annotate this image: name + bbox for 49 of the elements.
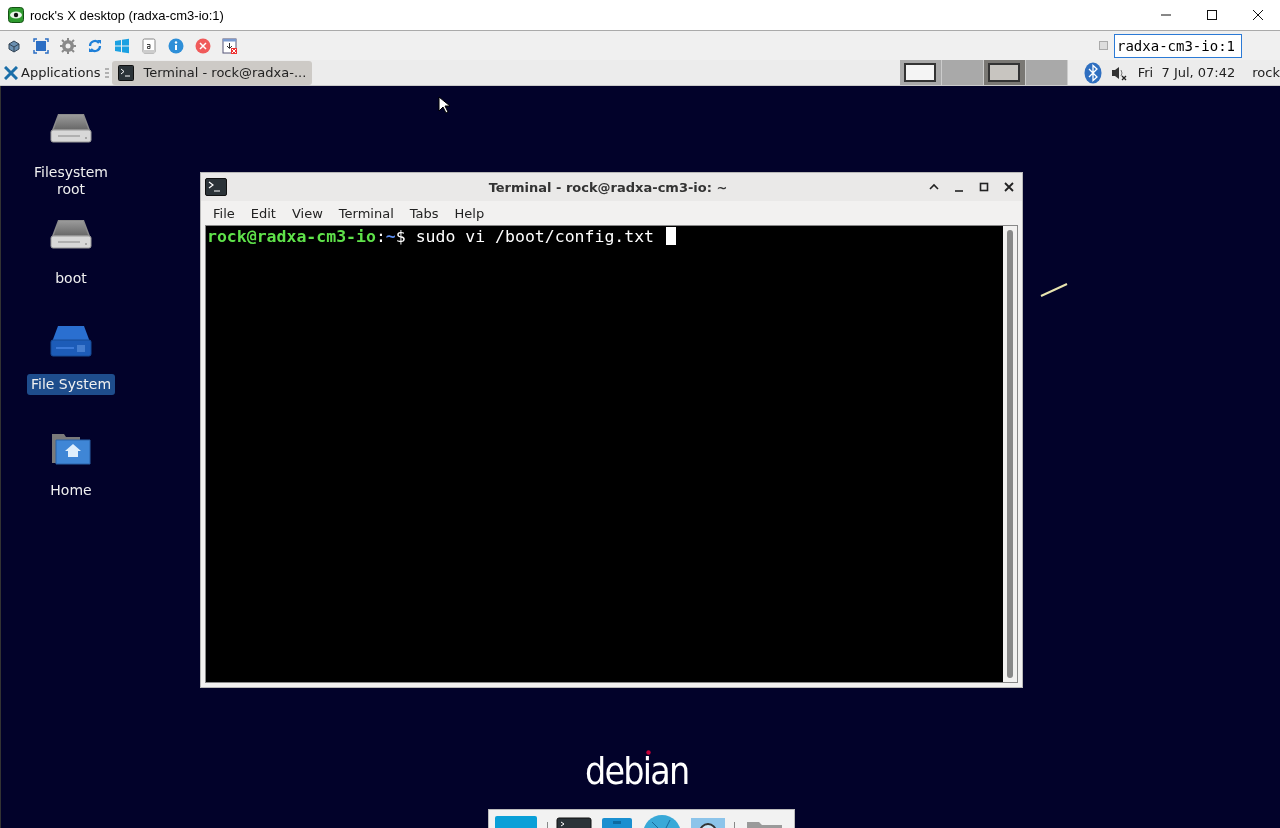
x-logo-icon [4,65,18,80]
maximize-icon[interactable] [979,182,989,192]
host-field[interactable]: radxa-cm3-io:1 [1114,33,1242,58]
scrollbar-thumb[interactable] [1007,230,1013,678]
fullscreen-icon[interactable] [33,37,49,54]
download-file-icon[interactable] [222,37,238,54]
close-icon[interactable] [1252,9,1264,21]
eye-icon [8,7,24,23]
menu-item[interactable]: View [291,205,323,221]
terminal-icon [118,64,135,81]
user-name[interactable]: rock [1252,65,1280,80]
applications-menu-button[interactable]: Applications [0,59,103,86]
menu-item[interactable]: Terminal [338,205,394,221]
menu-item[interactable]: Edit [250,205,276,221]
bluetooth-icon[interactable] [1083,61,1102,84]
window-thumbnail [988,63,1021,82]
speaker-muted-icon[interactable] [1109,64,1128,81]
menu-item[interactable]: File [213,205,235,221]
debian-logo: debian [585,756,689,786]
terminal-icon [205,178,227,196]
keyboard-key-icon[interactable] [141,37,157,54]
desktop-icon-label[interactable]: Home [27,480,115,501]
desktop-icon-label[interactable]: Filesystem root [27,162,115,200]
command-line: rock@radxa-cm3-io:~$ sudo vi /boot/config.txt [207,227,656,247]
checkbox-icon[interactable] [1099,41,1108,50]
line-mark [1039,282,1069,298]
drag-handle-icon [105,67,110,78]
workspace-button[interactable] [899,60,942,85]
windows-logo-icon[interactable] [114,37,130,54]
close-icon[interactable] [1004,182,1014,192]
taskbar-button[interactable]: Terminal - rock@radxa-... [112,60,313,85]
menu-item[interactable]: Help [454,205,485,221]
logo-dot-mark [646,750,651,755]
desktop-icon-label[interactable]: File System [26,374,116,395]
chevron-up-icon[interactable] [929,182,939,192]
refresh-icon[interactable] [87,37,103,54]
maximize-icon[interactable] [1206,9,1218,21]
settings-icon[interactable] [60,37,76,54]
clock[interactable]: Fri 7 Jul, 07:42 [1137,65,1236,80]
desktop-icon-label[interactable]: boot [27,268,115,289]
menu-item[interactable]: Tabs [409,205,439,221]
info-icon[interactable] [168,37,184,54]
window-title: rock's X desktop (radxa-cm3-io:1) [30,7,224,23]
window-title: Terminal - rock@radxa-cm3-io: ~ [487,179,729,195]
text-cursor [666,227,676,245]
window-thumbnail [904,63,937,82]
workspace-button[interactable] [983,60,1026,85]
mouse-pointer-icon [438,96,450,114]
scrollbar[interactable] [1003,226,1017,682]
